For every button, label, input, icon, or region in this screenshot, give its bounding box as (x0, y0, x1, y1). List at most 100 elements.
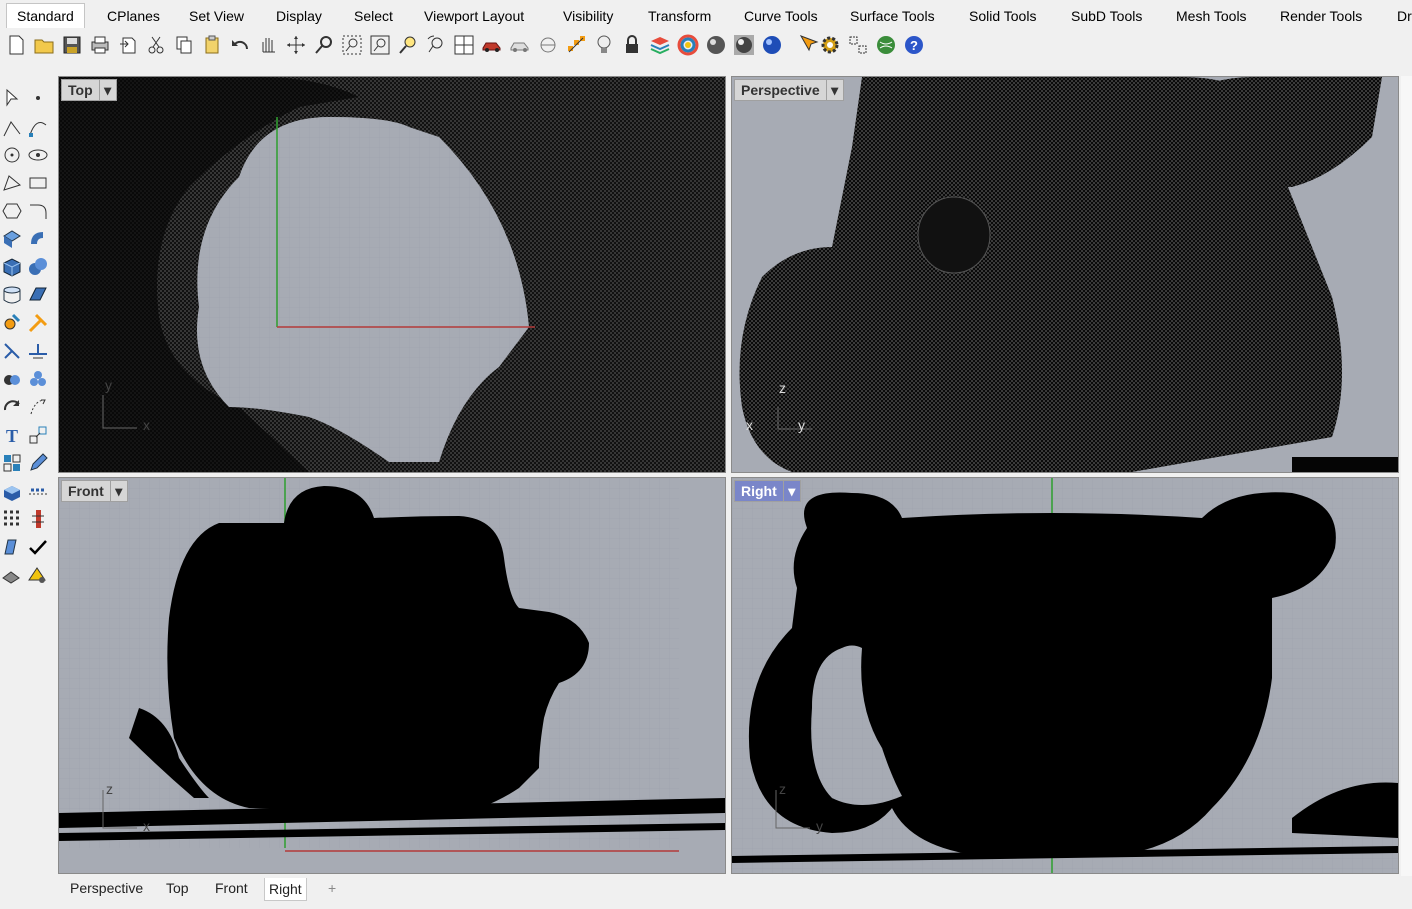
fillet-icon[interactable] (26, 199, 50, 223)
zoom-selected-icon[interactable] (396, 33, 420, 57)
lock-icon[interactable] (620, 33, 644, 57)
tab-curve-tools[interactable]: Curve Tools (744, 4, 818, 28)
tab-select[interactable]: Select (354, 4, 393, 28)
arc-icon[interactable] (0, 171, 24, 195)
check-icon[interactable] (26, 535, 50, 559)
group-icon[interactable] (26, 367, 50, 391)
rotate-icon[interactable] (0, 395, 24, 419)
blue-sphere-icon[interactable] (760, 33, 784, 57)
tab-visibility[interactable]: Visibility (563, 4, 613, 28)
surface-icon[interactable] (0, 227, 24, 251)
viewport-tab-perspective[interactable]: Perspective (70, 880, 143, 896)
sphere-icon[interactable] (26, 255, 50, 279)
copy-icon[interactable] (172, 33, 196, 57)
ellipse-icon[interactable] (26, 143, 50, 167)
edit-icon[interactable] (26, 451, 50, 475)
polygon-icon[interactable] (0, 199, 24, 223)
mirror-icon[interactable] (26, 395, 50, 419)
array-icon[interactable] (26, 479, 50, 503)
tab-viewport-layout[interactable]: Viewport Layout (424, 4, 524, 28)
tab-transform[interactable]: Transform (648, 4, 711, 28)
grid-array-icon[interactable] (0, 507, 24, 531)
viewport-label-front[interactable]: Front ▾ (61, 480, 128, 502)
viewport-right[interactable]: Right ▾ z y (731, 477, 1399, 874)
four-viewports-icon[interactable] (452, 33, 476, 57)
viewport-tab-front[interactable]: Front (215, 880, 248, 896)
shaded-sphere-icon[interactable] (704, 33, 728, 57)
scale-icon[interactable] (26, 423, 50, 447)
zoom-extents-icon[interactable] (368, 33, 392, 57)
viewport-label-right[interactable]: Right ▾ (734, 480, 801, 502)
tab-mesh-tools[interactable]: Mesh Tools (1176, 4, 1247, 28)
cursor-snap-icon[interactable] (796, 33, 820, 57)
transform-gear-icon[interactable] (0, 311, 24, 335)
split-icon[interactable] (26, 339, 50, 363)
rectangle-icon[interactable] (26, 171, 50, 195)
zoom-icon[interactable] (312, 33, 336, 57)
curve-icon[interactable] (26, 116, 50, 140)
right-viewport-canvas[interactable] (732, 478, 1398, 873)
tab-drafting-partial[interactable]: Dr (1397, 4, 1412, 28)
paste-icon[interactable] (200, 33, 224, 57)
import-icon[interactable] (116, 33, 140, 57)
viewport-label-top[interactable]: Top ▾ (61, 79, 117, 101)
tab-surface-tools[interactable]: Surface Tools (850, 4, 935, 28)
revolve-icon[interactable] (26, 227, 50, 251)
lightbulb-icon[interactable] (592, 33, 616, 57)
tab-standard[interactable]: Standard (6, 3, 85, 28)
tab-subd-tools[interactable]: SubD Tools (1071, 4, 1142, 28)
tab-cplanes[interactable]: CPlanes (107, 4, 160, 28)
trim-icon[interactable] (0, 339, 24, 363)
help-icon[interactable]: ? (902, 33, 926, 57)
front-viewport-canvas[interactable] (59, 478, 725, 873)
mesh-plane-icon[interactable] (26, 283, 50, 307)
viewport-dropdown-icon[interactable]: ▾ (98, 80, 116, 100)
tab-render-tools[interactable]: Render Tools (1280, 4, 1362, 28)
undo-icon[interactable] (228, 33, 252, 57)
analyze-icon[interactable] (0, 535, 24, 559)
cut-icon[interactable] (144, 33, 168, 57)
viewport-top[interactable]: Top ▾ y x (58, 76, 726, 473)
extrude-icon[interactable] (0, 479, 24, 503)
layer-icon[interactable] (648, 33, 672, 57)
car-outline-icon[interactable] (508, 33, 532, 57)
circle-icon[interactable] (536, 33, 560, 57)
open-folder-icon[interactable] (32, 33, 56, 57)
text-icon[interactable]: T (0, 423, 24, 447)
explode-icon[interactable] (26, 311, 50, 335)
rendered-sphere-icon[interactable] (732, 33, 756, 57)
top-viewport-canvas[interactable] (59, 77, 725, 472)
viewport-dropdown-icon[interactable]: ▾ (109, 481, 127, 501)
circle-tool-icon[interactable] (0, 143, 24, 167)
color-wheel-icon[interactable] (676, 33, 700, 57)
globe-icon[interactable] (874, 33, 898, 57)
viewport-dropdown-icon[interactable]: ▾ (782, 481, 800, 501)
rotate-view-icon[interactable] (284, 33, 308, 57)
render-object-icon[interactable] (0, 563, 24, 587)
perspective-viewport-canvas[interactable] (732, 77, 1398, 472)
pan-hand-icon[interactable] (256, 33, 280, 57)
boolean-union-icon[interactable] (0, 367, 24, 391)
undo-view-icon[interactable] (424, 33, 448, 57)
viewport-label-perspective[interactable]: Perspective ▾ (734, 79, 844, 101)
cylinder-icon[interactable] (0, 283, 24, 307)
join-icon[interactable] (26, 507, 50, 531)
points-icon[interactable] (564, 33, 588, 57)
viewport-perspective[interactable]: Perspective ▾ z x y (731, 76, 1399, 473)
select-arrow-icon[interactable] (0, 86, 24, 110)
save-icon[interactable] (60, 33, 84, 57)
render-mesh-icon[interactable] (26, 563, 50, 587)
new-file-icon[interactable] (4, 33, 28, 57)
polyline-icon[interactable] (0, 116, 24, 140)
right-panel-edge[interactable] (1401, 76, 1412, 876)
point-icon[interactable] (26, 86, 50, 110)
box-icon[interactable] (0, 255, 24, 279)
viewport-tab-top[interactable]: Top (166, 880, 189, 896)
print-icon[interactable] (88, 33, 112, 57)
zoom-window-icon[interactable] (340, 33, 364, 57)
tab-display[interactable]: Display (276, 4, 322, 28)
car-icon[interactable] (480, 33, 504, 57)
viewport-tab-right[interactable]: Right (264, 878, 307, 901)
viewport-dropdown-icon[interactable]: ▾ (825, 80, 843, 100)
viewport-front[interactable]: Front ▾ z x (58, 477, 726, 874)
